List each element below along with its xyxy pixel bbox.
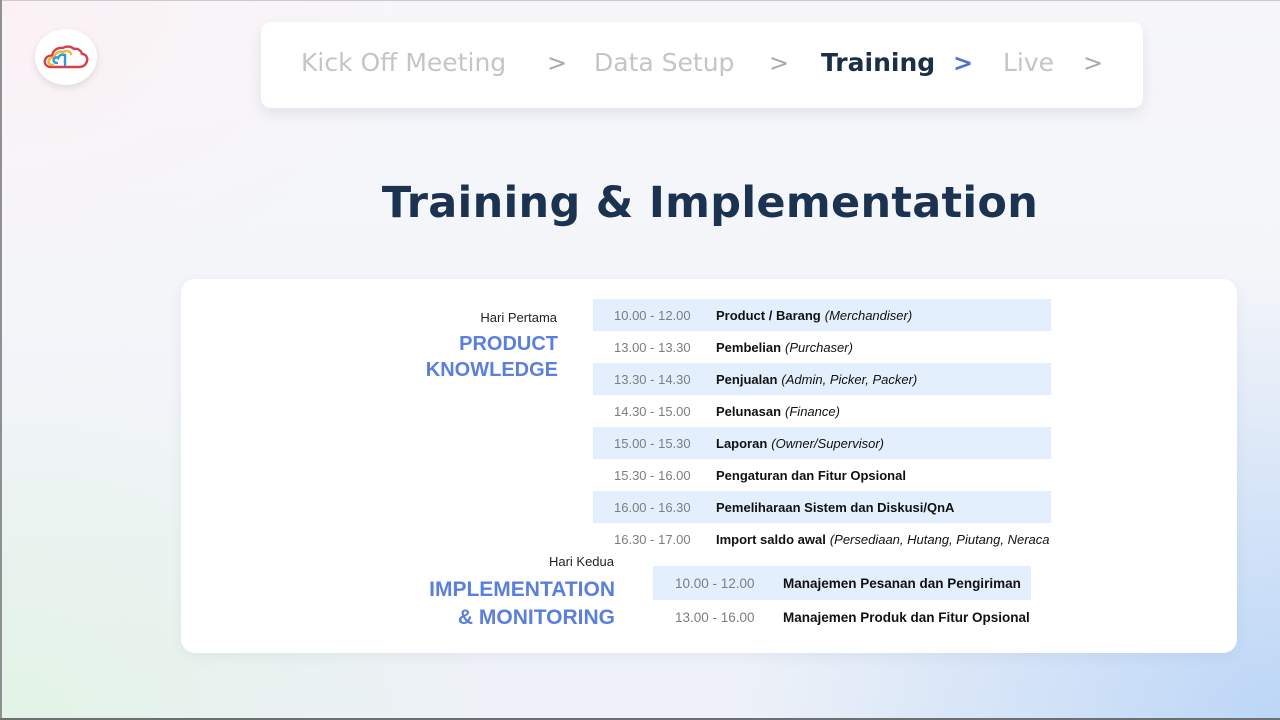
- row-topic: Product / Barang: [716, 307, 821, 323]
- day-two-schedule: 10.00 - 12.00 Manajemen Pesanan dan Peng…: [653, 566, 1031, 634]
- schedule-row: 15.30 - 16.00 Pengaturan dan Fitur Opsio…: [593, 459, 1051, 491]
- schedule-row: 16.30 - 17.00 Import saldo awal (Persedi…: [593, 523, 1051, 555]
- step-data-setup[interactable]: Data Setup: [594, 22, 734, 108]
- frame-top-edge: [0, 0, 1280, 1]
- schedule-card: Hari Pertama PRODUCT KNOWLEDGE 10.00 - 1…: [181, 279, 1237, 653]
- chevron-right-icon: >: [1083, 49, 1104, 77]
- row-time: 15.30 - 16.00: [614, 467, 691, 483]
- page-title: Training & Implementation: [381, 178, 1039, 228]
- row-topic: Laporan: [716, 435, 768, 451]
- row-role: (Owner/Supervisor): [771, 435, 884, 451]
- row-topic: Penjualan: [716, 371, 778, 387]
- row-time: 13.30 - 14.30: [614, 371, 691, 387]
- row-time: 10.00 - 12.00: [675, 575, 755, 591]
- chevron-right-icon: >: [547, 49, 568, 77]
- frame-left-edge: [0, 0, 2, 720]
- app-logo[interactable]: [35, 29, 97, 85]
- row-time: 13.00 - 16.00: [675, 609, 755, 625]
- row-topic: Pemeliharaan Sistem dan Diskusi/QnA: [716, 499, 955, 515]
- schedule-row: 15.00 - 15.30 Laporan (Owner/Supervisor): [593, 427, 1051, 459]
- day-two-label: Hari Kedua: [548, 554, 614, 569]
- section-title-line: PRODUCT: [459, 333, 558, 355]
- row-topic: Manajemen Pesanan dan Pengiriman: [783, 575, 1021, 591]
- cloud-logo-icon: [43, 45, 89, 69]
- section-title-line: IMPLEMENTATION: [429, 578, 615, 601]
- row-topic: Pembelian: [716, 339, 782, 355]
- schedule-row: 16.00 - 16.30 Pemeliharaan Sistem dan Di…: [593, 491, 1051, 523]
- row-role: (Admin, Picker, Packer): [781, 371, 918, 387]
- day-one-label: Hari Pertama: [480, 310, 557, 325]
- section-title-line: & MONITORING: [457, 606, 615, 629]
- section-title-product-knowledge: PRODUCT KNOWLEDGE: [377, 331, 558, 383]
- schedule-row: 13.00 - 13.30 Pembelian (Purchaser): [593, 331, 1051, 363]
- row-time: 13.00 - 13.30: [614, 339, 691, 355]
- schedule-row: 13.30 - 14.30 Penjualan (Admin, Picker, …: [593, 363, 1051, 395]
- chevron-right-icon: >: [769, 49, 790, 77]
- section-title-implementation-monitoring: IMPLEMENTATION & MONITORING: [381, 576, 615, 632]
- day-one-schedule: 10.00 - 12.00 Product / Barang (Merchand…: [593, 299, 1051, 555]
- row-time: 15.00 - 15.30: [614, 435, 691, 451]
- row-topic: Pengaturan dan Fitur Opsional: [716, 467, 906, 483]
- row-topic: Manajemen Produk dan Fitur Opsional: [783, 609, 1030, 625]
- schedule-row: 10.00 - 12.00 Manajemen Pesanan dan Peng…: [653, 566, 1031, 600]
- row-role: (Purchaser): [785, 339, 853, 355]
- step-training[interactable]: Training: [821, 22, 935, 108]
- row-role: (Finance): [785, 403, 840, 419]
- row-time: 16.30 - 17.00: [614, 531, 691, 547]
- step-kick-off-meeting[interactable]: Kick Off Meeting: [301, 22, 506, 108]
- row-role: (Persediaan, Hutang, Piutang, Neraca: [829, 531, 1050, 547]
- schedule-row: 10.00 - 12.00 Product / Barang (Merchand…: [593, 299, 1051, 331]
- schedule-row: 14.30 - 15.00 Pelunasan (Finance): [593, 395, 1051, 427]
- row-topic: Pelunasan: [716, 403, 782, 419]
- section-title-line: KNOWLEDGE: [425, 359, 558, 381]
- chevron-right-icon: >: [953, 49, 974, 77]
- row-time: 10.00 - 12.00: [614, 307, 691, 323]
- row-time: 14.30 - 15.00: [614, 403, 691, 419]
- row-role: (Merchandiser): [824, 307, 913, 323]
- progress-stepper: Kick Off Meeting > Data Setup > Training…: [261, 22, 1143, 108]
- row-topic: Import saldo awal: [716, 531, 826, 547]
- row-time: 16.00 - 16.30: [614, 499, 691, 515]
- step-live[interactable]: Live: [1003, 22, 1054, 108]
- schedule-row: 13.00 - 16.00 Manajemen Produk dan Fitur…: [653, 600, 1031, 634]
